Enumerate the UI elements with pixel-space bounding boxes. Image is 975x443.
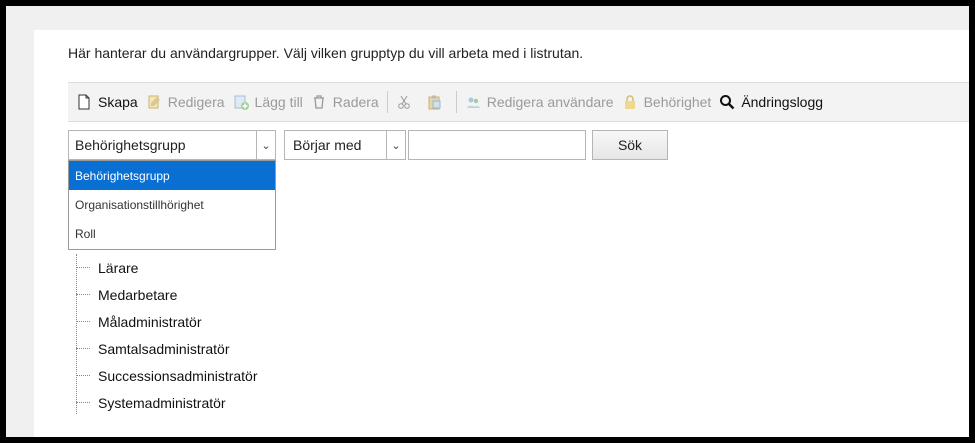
intro-text: Här hanterar du användargrupper. Välj vi… — [68, 45, 584, 61]
add-icon — [234, 95, 249, 110]
clipboard-icon — [428, 95, 441, 110]
tree-item-label: Måladministratör — [98, 313, 202, 330]
dropdown-option[interactable]: Behörighetsgrupp — [69, 161, 275, 190]
toolbar-separator — [455, 91, 457, 113]
search-button[interactable]: Sök — [592, 130, 668, 160]
add-button[interactable]: Lägg till — [233, 94, 303, 110]
create-button[interactable]: Skapa — [76, 94, 138, 110]
change-log-label: Ändringslogg — [741, 94, 824, 110]
edit-users-label: Redigera användare — [486, 94, 614, 110]
permission-label: Behörighet — [643, 94, 712, 110]
magnifier-icon — [720, 95, 735, 110]
toolbar-separator — [386, 91, 388, 113]
edit-icon — [148, 95, 160, 109]
lock-icon — [624, 95, 635, 109]
delete-label: Radera — [332, 94, 379, 110]
delete-button[interactable]: Radera — [311, 94, 379, 110]
change-log-button[interactable]: Ändringslogg — [719, 94, 823, 110]
dropdown-option[interactable]: Organisationstillhörighet — [69, 190, 275, 219]
new-document-icon — [78, 94, 90, 110]
tree-item[interactable]: Samtalsadministratör — [76, 335, 258, 362]
cut-button[interactable] — [396, 94, 418, 110]
group-tree: Lärare Medarbetare Måladministratör Samt… — [76, 254, 258, 416]
permission-button[interactable]: Behörighet — [622, 94, 712, 110]
edit-button[interactable]: Redigera — [146, 94, 225, 110]
group-type-dropdown-list: Behörighetsgrupp Organisationstillhörigh… — [68, 160, 276, 250]
match-mode-value: Börjar med — [293, 137, 362, 153]
tree-item-label: Samtalsadministratör — [98, 340, 230, 357]
dropdown-option[interactable]: Roll — [69, 219, 275, 248]
group-type-value: Behörighetsgrupp — [75, 137, 186, 153]
add-label: Lägg till — [254, 94, 303, 110]
tree-item[interactable]: Successionsadministratör — [76, 362, 258, 389]
match-mode-select[interactable]: Börjar med ⌄ — [284, 130, 406, 160]
content-panel: Här hanterar du användargrupper. Välj vi… — [34, 30, 969, 437]
edit-label: Redigera — [167, 94, 225, 110]
tree-item-label: Lärare — [98, 259, 139, 276]
tree-item-label: Systemadministratör — [98, 394, 226, 411]
chevron-down-icon[interactable]: ⌄ — [386, 131, 405, 159]
trash-icon — [313, 95, 324, 109]
create-label: Skapa — [98, 94, 138, 110]
scissors-icon — [397, 95, 410, 109]
chevron-down-icon[interactable]: ⌄ — [256, 131, 275, 159]
toolbar: Skapa Redigera Lägg till Radera Redigera… — [68, 82, 969, 122]
tree-item[interactable]: Medarbetare — [76, 281, 258, 308]
tree-item-label: Medarbetare — [98, 286, 178, 303]
paste-button[interactable] — [426, 94, 448, 110]
tree-item-label: Successionsadministratör — [98, 367, 258, 384]
tree-item[interactable]: Systemadministratör — [76, 389, 258, 416]
users-icon — [466, 97, 480, 108]
tree-item[interactable]: Måladministratör — [76, 308, 258, 335]
search-input[interactable] — [408, 130, 586, 160]
edit-users-button[interactable]: Redigera användare — [465, 94, 614, 110]
group-type-select[interactable]: Behörighetsgrupp ⌄ — [68, 130, 276, 160]
tree-item[interactable]: Lärare — [76, 254, 258, 281]
